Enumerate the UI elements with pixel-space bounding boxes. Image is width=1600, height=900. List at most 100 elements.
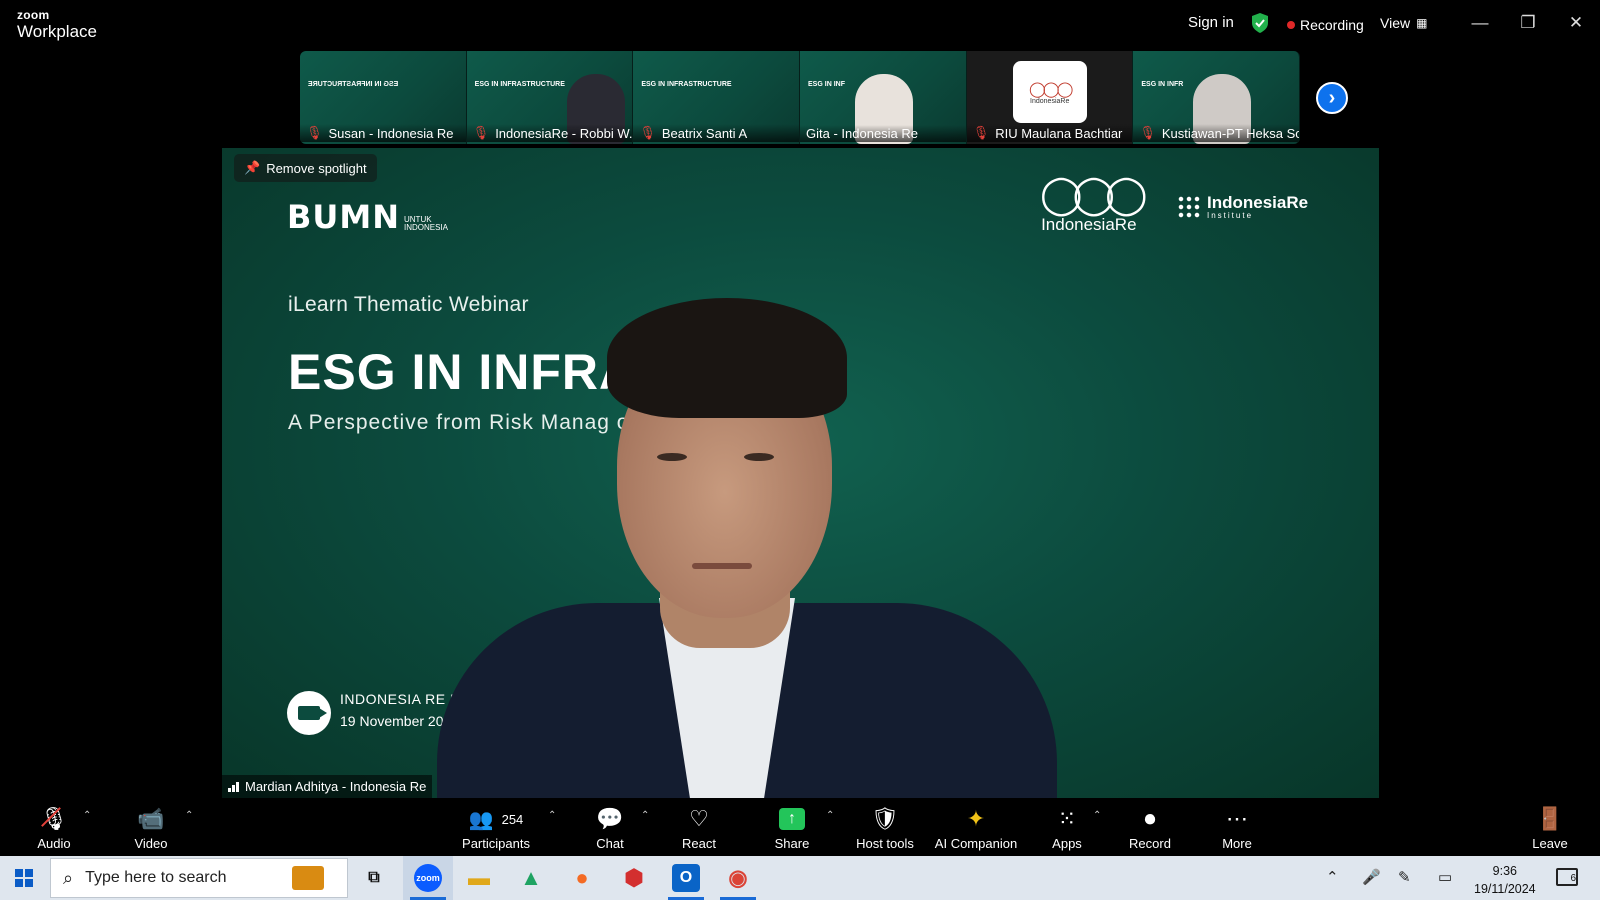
security-app-icon[interactable]: ⬢ bbox=[620, 864, 648, 892]
leave-label: Leave bbox=[1532, 836, 1568, 851]
apps-options-caret-icon[interactable]: ⌃ bbox=[1093, 810, 1101, 821]
video-button[interactable]: 📹 Video bbox=[106, 804, 196, 851]
participants-options-caret-icon[interactable]: ⌃ bbox=[548, 810, 556, 821]
video-options-caret-icon[interactable]: ⌃ bbox=[185, 810, 193, 821]
notification-count: 6 bbox=[1570, 873, 1576, 884]
share-options-caret-icon[interactable]: ⌃ bbox=[826, 810, 834, 821]
participant-name: Susan - Indonesia Re bbox=[328, 125, 454, 141]
chrome-icon[interactable]: ◉ bbox=[724, 864, 752, 892]
participant-name: Beatrix Santi A bbox=[661, 125, 748, 141]
touch-keyboard-icon[interactable]: ▭ bbox=[1438, 868, 1452, 886]
participant-tile[interactable]: ◯◯◯ IndonesiaRe 🎙 RIU Maulana Bachtiar bbox=[966, 51, 1134, 144]
taskbar-clock[interactable]: 9:36 19/11/2024 bbox=[1474, 862, 1536, 898]
audio-label: Audio bbox=[37, 836, 71, 851]
zoom-workplace-logo: zoom Workplace bbox=[17, 9, 97, 40]
bumn-small-2: INDONESIA bbox=[404, 223, 449, 232]
show-hidden-icons-icon[interactable]: ⌃ bbox=[1326, 868, 1339, 886]
microphone-icon[interactable]: 🎤 bbox=[1362, 868, 1381, 886]
mic-muted-icon: 🎙 bbox=[472, 125, 490, 140]
indonesia-re-logo: ◯◯◯ IndonesiaRe bbox=[1040, 172, 1148, 235]
participant-name: Gita - Indonesia Re bbox=[806, 126, 919, 141]
mirrored-slide-title: ESG IN INFRASTRUCTURE bbox=[308, 81, 399, 88]
participant-tile[interactable]: ESG IN INF Gita - Indonesia Re bbox=[800, 51, 967, 144]
search-icon: ⌕ bbox=[63, 867, 74, 888]
view-button[interactable]: View ▦ bbox=[1380, 15, 1427, 31]
indonesia-re-avatar: ◯◯◯ IndonesiaRe bbox=[1012, 61, 1087, 123]
restore-icon[interactable]: ❐ bbox=[1515, 10, 1541, 36]
indonesia-re-institute-logo: IndonesiaRe Institute bbox=[1177, 194, 1308, 220]
minimize-icon[interactable]: — bbox=[1467, 10, 1493, 36]
leave-button[interactable]: 🚪 Leave bbox=[1505, 804, 1595, 851]
view-label: View bbox=[1380, 15, 1411, 31]
audio-options-caret-icon[interactable]: ⌃ bbox=[83, 810, 91, 821]
file-explorer-icon[interactable]: ▬ bbox=[465, 864, 493, 892]
indonesia-re-rings-icon: ◯◯◯ bbox=[1040, 174, 1148, 216]
firefox-icon[interactable]: ● bbox=[568, 864, 596, 892]
remove-spotlight-button[interactable]: 📌 Remove spotlight bbox=[234, 154, 377, 182]
record-button[interactable]: ⏺ Record bbox=[1105, 804, 1195, 851]
participants-count: 254 bbox=[501, 811, 524, 827]
institute-grid-icon bbox=[1177, 195, 1201, 219]
speaker-eye bbox=[744, 453, 774, 461]
close-icon[interactable]: ✕ bbox=[1563, 10, 1589, 36]
logo-line-2: Workplace bbox=[17, 22, 97, 41]
participant-name-tag: Gita - Indonesia Re bbox=[800, 125, 966, 142]
meeting-toolbar: 🎙 Audio ⌃ 📹 Video ⌃ 👥 254 Participants ⌃ … bbox=[0, 798, 1600, 856]
title-bar: zoom Workplace Sign in Recording View ▦ … bbox=[0, 0, 1600, 48]
slide-title-mini: ESG IN INF bbox=[808, 81, 845, 88]
participant-name-tag: 🎙 Susan - Indonesia Re bbox=[300, 124, 466, 142]
notification-center-icon[interactable]: 6 bbox=[1556, 868, 1578, 886]
pen-icon[interactable]: ✎ bbox=[1398, 868, 1411, 886]
participant-tile[interactable]: ESG IN INFRASTRUCTURE 🎙 Susan - Indonesia… bbox=[300, 51, 467, 144]
briefcase-icon[interactable] bbox=[292, 866, 324, 890]
video-camera-icon: 📹 bbox=[137, 806, 165, 831]
recording-indicator[interactable]: Recording bbox=[1287, 17, 1364, 33]
participant-tile[interactable]: ESG IN INFR 🎙 Kustiawan-PT Heksa So... bbox=[1133, 51, 1301, 144]
bumn-logo: BUMN UNTUK INDONESIA bbox=[287, 198, 448, 236]
participants-label: Participants bbox=[462, 836, 530, 851]
record-circle-icon: ⏺ bbox=[1144, 806, 1156, 831]
outlook-icon[interactable]: O bbox=[672, 864, 700, 892]
speaker-name-tag: Mardian Adhitya - Indonesia Re bbox=[222, 775, 433, 798]
participant-name-tag: 🎙 Beatrix Santi A bbox=[633, 124, 800, 142]
indonesia-re-logo-text: IndonesiaRe bbox=[1041, 215, 1137, 234]
ai-companion-button[interactable]: ✦ AI Companion bbox=[931, 804, 1021, 851]
leave-door-icon: 🚪 bbox=[1536, 806, 1564, 831]
host-tools-button[interactable]: 🛡 Host tools bbox=[840, 804, 930, 851]
more-dots-icon: ⋯ bbox=[1226, 806, 1248, 831]
shield-icon: 🛡 bbox=[871, 806, 899, 831]
next-page-arrow-icon[interactable]: › bbox=[1316, 82, 1348, 114]
participants-icon: 👥 bbox=[468, 808, 494, 831]
more-button[interactable]: ⋯ More bbox=[1192, 804, 1282, 851]
speaker-mouth bbox=[692, 563, 752, 569]
participant-name: IndonesiaRe - Robbi W... bbox=[495, 125, 633, 141]
share-icon-wrap: ↑ bbox=[747, 804, 837, 834]
speaker-hair bbox=[607, 298, 847, 418]
zoom-app-icon[interactable]: zoom bbox=[414, 864, 442, 892]
pin-icon: 📌 bbox=[244, 160, 261, 175]
speaker-name: Mardian Adhitya - Indonesia Re bbox=[245, 779, 427, 794]
windows-start-icon[interactable] bbox=[15, 869, 33, 887]
encryption-shield-icon[interactable] bbox=[1250, 12, 1270, 34]
clock-time: 9:36 bbox=[1492, 864, 1517, 878]
share-button[interactable]: ↑ Share bbox=[747, 804, 837, 851]
task-view-icon[interactable]: ⧉ bbox=[360, 864, 388, 892]
chat-options-caret-icon[interactable]: ⌃ bbox=[641, 810, 649, 821]
participants-icon-row: 👥 254 bbox=[451, 804, 541, 834]
speaker-eye bbox=[657, 453, 687, 461]
participant-name: Kustiawan-PT Heksa So... bbox=[1161, 125, 1300, 141]
participant-tile[interactable]: ESG IN INFRASTRUCTURE 🎙 IndonesiaRe - Rob… bbox=[466, 51, 634, 144]
spotlight-video: BUMN UNTUK INDONESIA ◯◯◯ IndonesiaRe Indo… bbox=[222, 148, 1379, 798]
slide-kicker: iLearn Thematic Webinar bbox=[288, 293, 529, 316]
host-tools-label: Host tools bbox=[856, 836, 914, 851]
participants-button[interactable]: 👥 254 Participants bbox=[451, 804, 541, 852]
apps-label: Apps bbox=[1052, 836, 1082, 851]
google-drive-icon[interactable]: ▲ bbox=[517, 864, 545, 892]
sign-in-button[interactable]: Sign in bbox=[1188, 14, 1234, 31]
react-button[interactable]: ♡ React bbox=[654, 804, 744, 851]
chat-label: Chat bbox=[596, 836, 624, 851]
logo-line-1: zoom bbox=[17, 8, 50, 22]
event-date: 19 November 20 bbox=[340, 713, 444, 729]
mic-muted-icon: 🎙 bbox=[972, 125, 990, 140]
participant-tile[interactable]: ESG IN INFRASTRUCTURE 🎙 Beatrix Santi A bbox=[633, 51, 801, 144]
